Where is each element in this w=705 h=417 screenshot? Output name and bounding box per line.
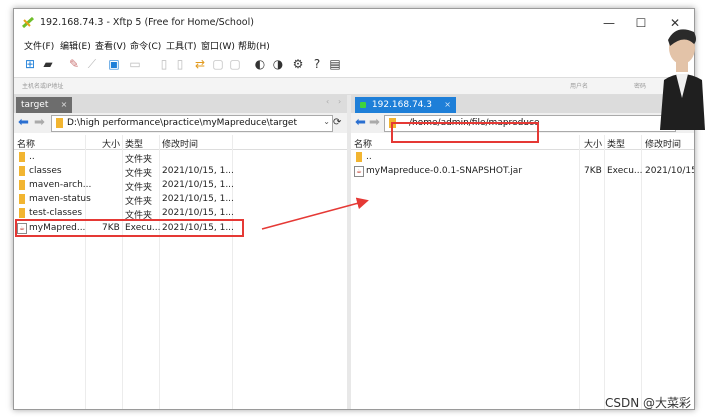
folder-icon xyxy=(19,166,25,176)
connect-icon[interactable]: ✎ xyxy=(66,56,82,72)
file-type: Execu... xyxy=(607,166,643,176)
list-item[interactable]: classes 文件夹 2021/10/15, 1... xyxy=(14,164,347,179)
col-name[interactable]: 名称 xyxy=(17,137,35,150)
menu-view[interactable]: 查看(V) xyxy=(95,39,126,52)
tab-remote-session[interactable]: 192.168.74.3 × xyxy=(355,97,456,113)
chevron-down-icon[interactable]: ⌄ xyxy=(323,117,330,126)
xftp-window: 192.168.74.3 - Xftp 5 (Free for Home/Sch… xyxy=(13,8,695,410)
highlight-box xyxy=(15,219,244,237)
file-name: .. xyxy=(366,152,372,162)
xshell-icon[interactable]: ◐ xyxy=(252,56,268,72)
settings-gear-icon[interactable]: ⚙ xyxy=(290,56,306,72)
folder-icon xyxy=(356,152,362,162)
remote-pane: 192.168.74.3 × ⬅ ➡ /home/admin/file/mapr… xyxy=(351,95,694,409)
back-arrow-icon[interactable]: ⬅ xyxy=(355,116,366,129)
file-name: maven-status xyxy=(29,194,91,204)
back-arrow-icon[interactable]: ⬅ xyxy=(18,116,29,129)
minimize-button[interactable]: — xyxy=(596,15,622,31)
menu-window[interactable]: 窗口(W) xyxy=(201,39,235,52)
file-modified: 2021/10/15, 1... xyxy=(162,208,234,218)
tab-local-target[interactable]: target × xyxy=(16,97,73,113)
window-title: 192.168.74.3 - Xftp 5 (Free for Home/Sch… xyxy=(40,17,254,28)
title-bar: 192.168.74.3 - Xftp 5 (Free for Home/Sch… xyxy=(14,9,694,37)
file-name: .. xyxy=(29,152,35,162)
local-path-input[interactable]: D:\high performance\practice\myMapreduce… xyxy=(51,115,333,132)
file-modified: 2021/10/15, 1... xyxy=(162,166,234,176)
file-name: maven-arch... xyxy=(29,180,92,190)
forward-arrow-icon[interactable]: ➡ xyxy=(34,116,45,129)
col-type[interactable]: 类型 xyxy=(125,137,143,150)
file-name: myMapreduce-0.0.1-SNAPSHOT.jar xyxy=(366,166,523,176)
local-pane: target × ‹ › ⬅ ➡ D:\high performance\pra… xyxy=(14,95,347,409)
transfer-icon[interactable]: ⇄ xyxy=(192,56,208,72)
list-item[interactable]: maven-status 文件夹 2021/10/15, 1... xyxy=(14,192,347,207)
connected-status-icon xyxy=(360,101,366,108)
jar-file-icon: ☕ xyxy=(354,166,364,177)
folder-icon xyxy=(56,118,63,128)
local-tabstrip: target × ‹ › xyxy=(14,95,347,113)
col-type[interactable]: 类型 xyxy=(607,137,625,150)
compare-icon[interactable]: ▢ xyxy=(227,56,243,72)
col-name[interactable]: 名称 xyxy=(354,137,372,150)
sync-icon[interactable]: ▢ xyxy=(210,56,226,72)
local-path-text: D:\high performance\practice\myMapreduce… xyxy=(67,118,297,128)
menu-file[interactable]: 文件(F) xyxy=(24,39,54,52)
help-icon[interactable]: ? xyxy=(309,56,325,72)
local-pathbar: ⬅ ➡ D:\high performance\practice\myMapre… xyxy=(14,113,347,133)
remote-tabstrip: 192.168.74.3 × xyxy=(351,95,694,113)
avatar xyxy=(660,29,705,130)
col-size[interactable]: 大小 xyxy=(102,137,120,150)
local-list-header: 名称 大小 类型 修改时间 xyxy=(14,135,347,150)
file-size: 7KB xyxy=(584,166,602,176)
password-input[interactable]: 密码 xyxy=(634,81,646,90)
new-window-icon[interactable]: ▭ xyxy=(127,56,143,72)
address-bar: 主机名或IP地址 用户名 密码 xyxy=(14,77,694,95)
close-tab-icon[interactable]: × xyxy=(444,97,451,113)
file-name: test-classes xyxy=(29,208,83,218)
file-name: classes xyxy=(29,166,62,176)
menu-help[interactable]: 帮助(H) xyxy=(238,39,270,52)
col-modified[interactable]: 修改时间 xyxy=(162,137,198,150)
chat-icon[interactable]: ▤ xyxy=(327,56,343,72)
list-item[interactable]: maven-arch... 文件夹 2021/10/15, 1... xyxy=(14,178,347,193)
xftp-logo-icon xyxy=(22,17,34,28)
list-item[interactable]: test-classes 文件夹 2021/10/15, 1... xyxy=(14,206,347,221)
menu-command[interactable]: 命令(C) xyxy=(130,39,161,52)
username-input[interactable]: 用户名 xyxy=(570,81,588,90)
close-tab-icon[interactable]: × xyxy=(61,97,68,113)
tab-scroll-left-icon[interactable]: ‹ xyxy=(326,97,329,106)
file-modified: 2021/10/15 xyxy=(645,166,695,176)
folder-icon xyxy=(19,180,25,190)
list-item[interactable]: .. 文件夹 xyxy=(14,150,347,165)
refresh-icon[interactable]: ⟳ xyxy=(333,116,341,129)
open-folder-icon[interactable]: ▰ xyxy=(40,56,56,72)
tab-label: 192.168.74.3 xyxy=(371,100,432,110)
col-modified[interactable]: 修改时间 xyxy=(645,137,681,150)
remote-list-header: 名称 大小 类型 修改时间 xyxy=(351,135,694,150)
toolbar: ⊞ ▰ ✎ ⟋ ▣ ▭ ▯ ▯ ⇄ ▢ ▢ ◐ ◑ ⚙ ? ▤ xyxy=(14,53,694,75)
host-input[interactable]: 主机名或IP地址 xyxy=(22,81,63,90)
copy-icon[interactable]: ▯ xyxy=(156,56,172,72)
menu-tools[interactable]: 工具(T) xyxy=(166,39,197,52)
folder-icon xyxy=(19,194,25,204)
file-modified: 2021/10/15, 1... xyxy=(162,194,234,204)
properties-icon[interactable]: ▣ xyxy=(106,56,122,72)
menu-edit[interactable]: 编辑(E) xyxy=(60,39,91,52)
watermark: CSDN @大菜彩 xyxy=(604,396,691,410)
menu-bar: 文件(F) 编辑(E) 查看(V) 命令(C) 工具(T) 窗口(W) 帮助(H… xyxy=(14,37,694,53)
folder-icon xyxy=(19,208,25,218)
file-modified: 2021/10/15, 1... xyxy=(162,180,234,190)
folder-icon xyxy=(19,152,25,162)
disconnect-icon[interactable]: ⟋ xyxy=(84,56,100,72)
tab-scroll-right-icon[interactable]: › xyxy=(338,97,341,106)
script-icon[interactable]: ◑ xyxy=(270,56,286,72)
new-session-icon[interactable]: ⊞ xyxy=(22,56,38,72)
col-size[interactable]: 大小 xyxy=(584,137,602,150)
list-item[interactable]: .. xyxy=(351,150,694,164)
paste-icon[interactable]: ▯ xyxy=(172,56,188,72)
forward-arrow-icon[interactable]: ➡ xyxy=(369,116,380,129)
maximize-button[interactable]: ☐ xyxy=(628,15,654,31)
tab-label: target xyxy=(21,100,49,110)
list-item[interactable]: ☕ myMapreduce-0.0.1-SNAPSHOT.jar 7KB Exe… xyxy=(351,164,694,178)
